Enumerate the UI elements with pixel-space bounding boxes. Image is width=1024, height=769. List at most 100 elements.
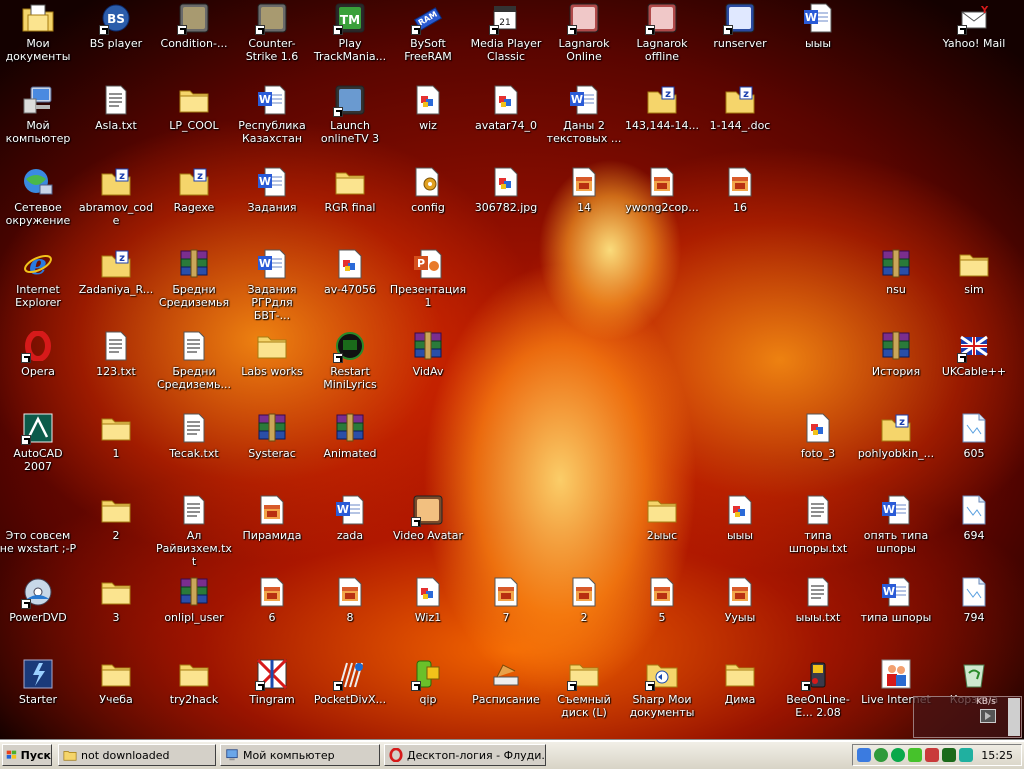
desktop-icon[interactable]: z abramov_code — [77, 166, 155, 227]
desktop-icon[interactable]: Labs works — [233, 330, 311, 378]
desktop-icon[interactable]: Сетевое окружение — [0, 166, 77, 227]
desktop-icon[interactable]: Пирамида — [233, 494, 311, 542]
desktop-icon[interactable]: 14 — [545, 166, 623, 214]
desktop-icon[interactable]: W Задания — [233, 166, 311, 214]
desktop-icon[interactable]: Wыыы — [779, 2, 857, 50]
desktop-icon[interactable]: W Задания РГРдля БВТ-... — [233, 248, 311, 322]
desktop-icon[interactable]: nsu — [857, 248, 935, 296]
desktop-icon[interactable]: типа шпоры.txt — [779, 494, 857, 555]
icq-flower-icon[interactable] — [908, 748, 922, 762]
desktop-icon[interactable]: Asla.txt — [77, 84, 155, 132]
refresh-tray-icon[interactable] — [959, 748, 973, 762]
globe-tray-icon[interactable] — [874, 748, 888, 762]
desktop-icon[interactable]: 694 — [935, 494, 1013, 542]
desktop-icon[interactable]: AutoCAD 2007 — [0, 412, 77, 473]
desktop-icon[interactable]: Wzada — [311, 494, 389, 542]
desktop-icon[interactable]: z 1-144_.doc — [701, 84, 779, 132]
desktop-icon[interactable]: Съемный диск (L) — [545, 658, 623, 719]
desktop-icon[interactable]: 605 — [935, 412, 1013, 460]
desktop-icon[interactable]: Бредни Средиземь... — [155, 330, 233, 391]
desktop-icon[interactable]: 3 — [77, 576, 155, 624]
desktop-icon[interactable]: Launch onlineTV 3 — [311, 84, 389, 145]
desktop-icon[interactable]: Counter-Strike 1.6 — [233, 2, 311, 63]
desktop-icon[interactable]: Tingram — [233, 658, 311, 706]
desktop-icon[interactable]: Wопять типа шпоры — [857, 494, 935, 555]
desktop-icon[interactable]: wiz — [389, 84, 467, 132]
taskbar-button-not-downloaded[interactable]: not downloaded — [58, 744, 216, 766]
desktop-icon[interactable]: 2 — [545, 576, 623, 624]
desktop-icon[interactable]: Мои документы — [0, 2, 77, 63]
network-tray-icon[interactable] — [857, 748, 871, 762]
desktop-icon[interactable]: Systerac — [233, 412, 311, 460]
desktop-icon[interactable]: 123.txt — [77, 330, 155, 378]
network-meter-widget[interactable]: KB/s — [913, 696, 1022, 738]
desktop-icon[interactable]: onlipl_user — [155, 576, 233, 624]
desktop-icon[interactable]: Tecak.txt — [155, 412, 233, 460]
start-button[interactable]: Пуск — [2, 744, 52, 766]
desktop-icon[interactable]: avatar74_0 — [467, 84, 545, 132]
desktop-icon[interactable]: TM Play TrackMania... — [311, 2, 389, 63]
desktop-icon[interactable]: Video Avatar — [389, 494, 467, 542]
desktop-icon[interactable]: Lagnarok Online — [545, 2, 623, 63]
desktop-icon[interactable]: ыыы.txt — [779, 576, 857, 624]
desktop-icon[interactable]: z pohlyobkin_... — [857, 412, 935, 460]
desktop-icon[interactable]: 16 — [701, 166, 779, 214]
desktop-icon[interactable]: runserver — [701, 2, 779, 50]
taskbar-button-opera[interactable]: Десктоп-логия - Флуди... — [384, 744, 546, 766]
widget-scrollbar[interactable] — [1008, 698, 1020, 736]
desktop-icon[interactable]: 306782.jpg — [467, 166, 545, 214]
desktop-icon[interactable]: Ал Райвизхем.txt — [155, 494, 233, 568]
desktop-icon[interactable]: 5 — [623, 576, 701, 624]
desktop-icon[interactable]: 2 — [77, 494, 155, 542]
desktop-icon[interactable]: W Даны 2 текстовых ... — [545, 84, 623, 145]
desktop-icon[interactable]: Учеба — [77, 658, 155, 706]
desktop-icon[interactable]: 1 — [77, 412, 155, 460]
desktop-icon[interactable]: qip — [389, 658, 467, 706]
desktop-icon[interactable]: 794 — [935, 576, 1013, 624]
desktop-icon[interactable]: Это совсем не wxstart ;-P — [0, 494, 77, 555]
green-status-icon[interactable] — [891, 748, 905, 762]
desktop-icon[interactable]: Condition-... — [155, 2, 233, 50]
taskbar-button-my-computer[interactable]: Мой компьютер — [220, 744, 380, 766]
desktop-icon[interactable]: e Internet Explorer — [0, 248, 77, 309]
desktop-icon[interactable]: BeeOnLine-E... 2.08 — [779, 658, 857, 719]
play-icon[interactable] — [980, 709, 996, 723]
desktop-icon[interactable]: z Zadaniya_R... — [77, 248, 155, 296]
desktop-icon[interactable]: 6 — [233, 576, 311, 624]
desktop-icon[interactable]: LP_COOL — [155, 84, 233, 132]
desktop-icon[interactable]: Wтипа шпоры — [857, 576, 935, 624]
desktop-icon[interactable]: try2hack — [155, 658, 233, 706]
volume-icon[interactable] — [925, 748, 939, 762]
desktop-icon[interactable]: RAM BySoft FreeRAM — [389, 2, 467, 63]
desktop-icon[interactable]: foto_3 — [779, 412, 857, 460]
desktop-icon[interactable]: sim — [935, 248, 1013, 296]
desktop-icon[interactable]: Restart MiniLyrics — [311, 330, 389, 391]
desktop-icon[interactable]: История — [857, 330, 935, 378]
desktop-icon[interactable]: Y! Yahoo! Mail — [935, 2, 1013, 50]
desktop-icon[interactable]: Animated — [311, 412, 389, 460]
desktop-icon[interactable]: Мой компьютер — [0, 84, 77, 145]
desktop-icon[interactable]: 2ыыс — [623, 494, 701, 542]
desktop-icon[interactable]: Starter — [0, 658, 77, 706]
desktop-icon[interactable]: 7 — [467, 576, 545, 624]
desktop-icon[interactable]: W Республика Казахстан — [233, 84, 311, 145]
desktop-icon[interactable]: BS BS player — [77, 2, 155, 50]
desktop-icon[interactable]: Opera — [0, 330, 77, 378]
desktop-icon[interactable]: Ууыы — [701, 576, 779, 624]
desktop-icon[interactable]: 8 — [311, 576, 389, 624]
desktop-icon[interactable]: RGR final — [311, 166, 389, 214]
desktop-icon[interactable]: Расписание — [467, 658, 545, 706]
desktop-icon[interactable]: 21 Media Player Classic — [467, 2, 545, 63]
clock[interactable]: 15:25 — [981, 749, 1013, 762]
battery-icon[interactable] — [942, 748, 956, 762]
desktop-icon[interactable]: z Ragexe — [155, 166, 233, 214]
desktop-icon[interactable]: PowerDVD — [0, 576, 77, 624]
desktop-icon[interactable]: UKCable++ — [935, 330, 1013, 378]
desktop-icon[interactable]: Дима — [701, 658, 779, 706]
desktop-icon[interactable]: Wiz1 — [389, 576, 467, 624]
desktop-icon[interactable]: PocketDivX... — [311, 658, 389, 706]
desktop-icon[interactable]: Lagnarok offline — [623, 2, 701, 63]
desktop-icon[interactable]: ywong2cop... — [623, 166, 701, 214]
desktop-icon[interactable]: Бредни Средиземья — [155, 248, 233, 309]
desktop-icon[interactable]: config — [389, 166, 467, 214]
